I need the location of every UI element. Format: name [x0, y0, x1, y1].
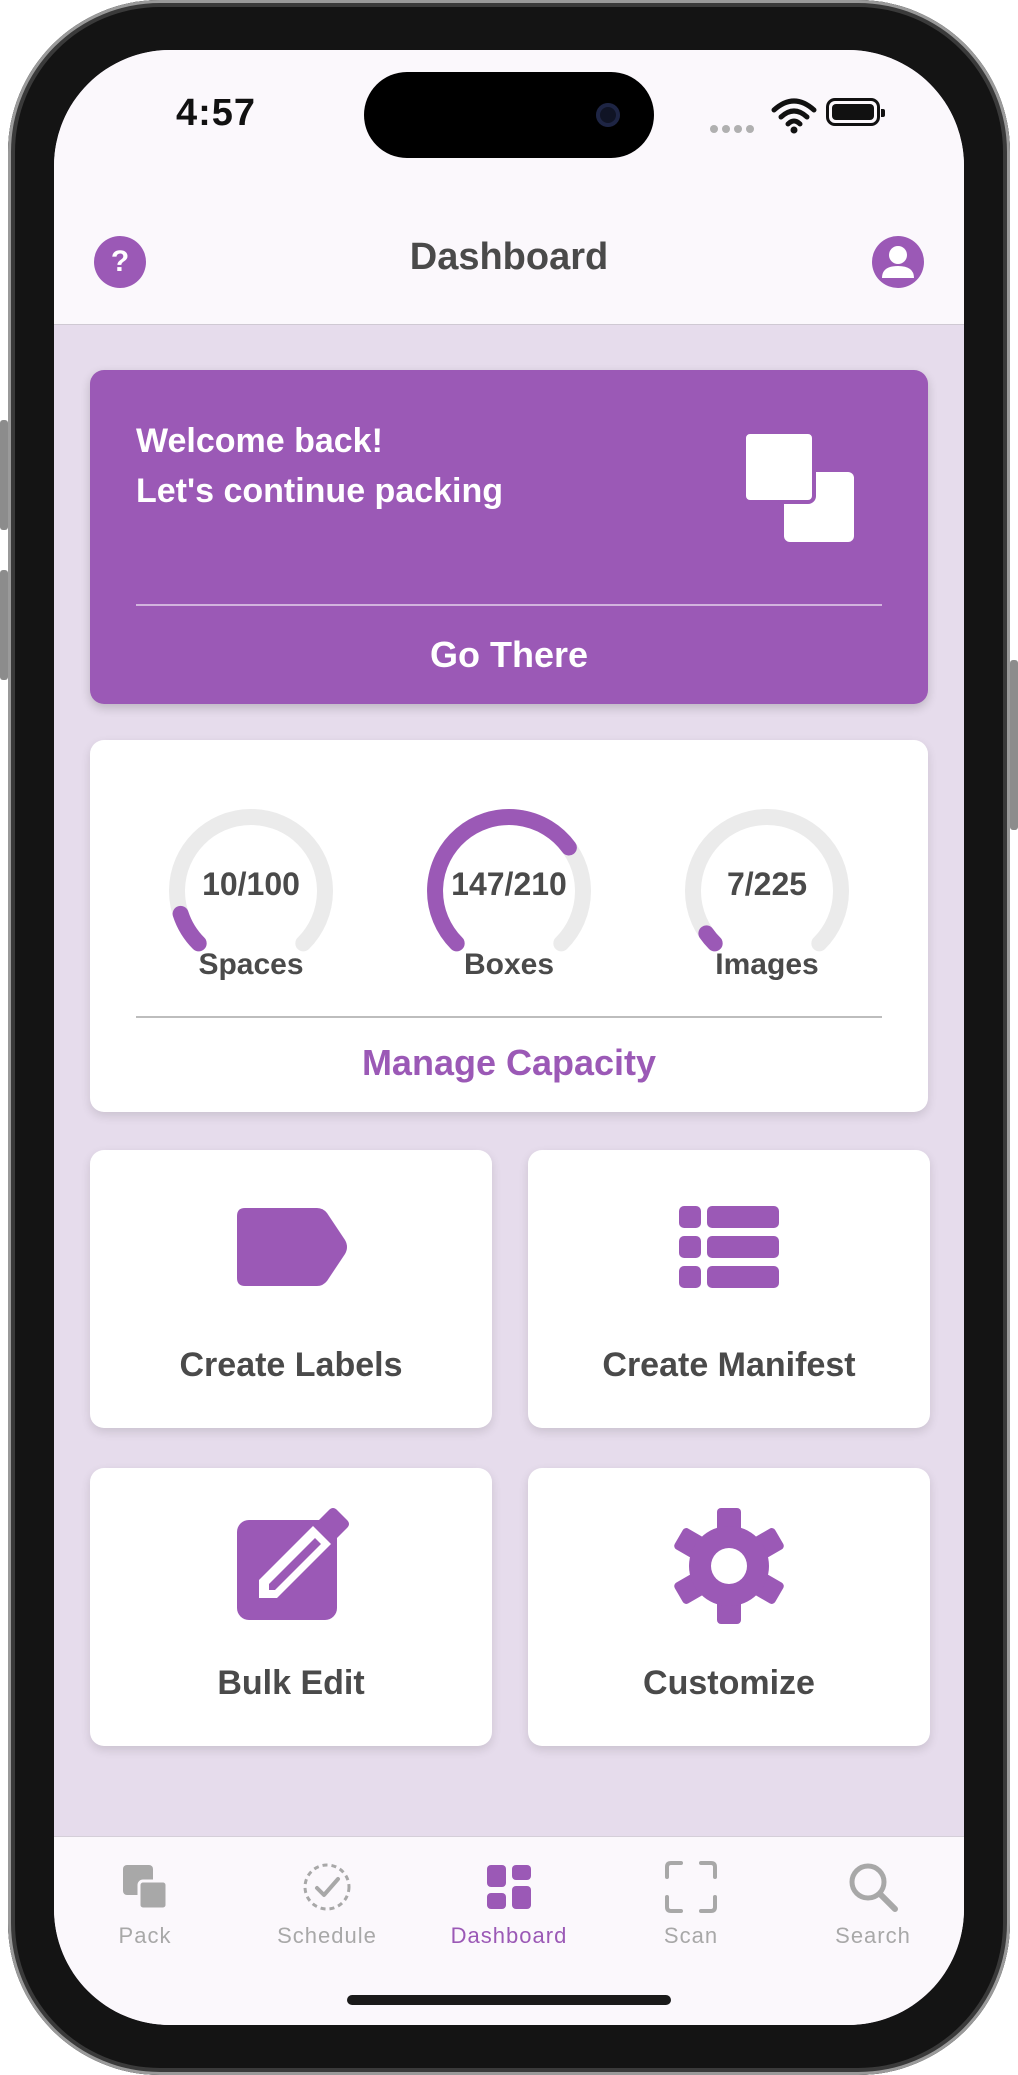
pack-icon [123, 1865, 169, 1911]
gauge-images: 7/225 Images [652, 776, 882, 1006]
dashboard-icon [487, 1865, 531, 1909]
profile-button[interactable] [872, 236, 924, 288]
tab-label: Pack [118, 1923, 172, 1948]
welcome-divider [136, 604, 882, 606]
create-labels-tile[interactable]: Create Labels [90, 1150, 492, 1428]
tag-icon [237, 1208, 347, 1286]
welcome-title: Welcome back! [136, 422, 383, 460]
gauge-fill [172, 905, 207, 952]
user-icon [882, 246, 914, 278]
tab-dashboard[interactable]: Dashboard [418, 1837, 600, 1957]
gauge-value: 10/100 [202, 866, 300, 902]
gauge-label: Images [715, 948, 819, 981]
dynamic-island [364, 72, 654, 158]
bulk-edit-tile[interactable]: Bulk Edit [90, 1468, 492, 1746]
welcome-card: Welcome back! Let's continue packing Go … [90, 370, 928, 704]
gauge-label: Spaces [198, 948, 304, 981]
tile-label: Create Manifest [602, 1346, 856, 1384]
create-manifest-tile[interactable]: Create Manifest [528, 1150, 930, 1428]
welcome-subtitle: Let's continue packing [136, 472, 504, 510]
status-bar: 4:57 [54, 50, 964, 190]
tab-search[interactable]: Search [782, 1837, 964, 1957]
tile-label: Bulk Edit [217, 1664, 365, 1702]
phone-frame: 4:57 ? Dashboard Welcome back! Let's con… [0, 0, 1018, 2075]
go-there-button[interactable]: Go There [90, 634, 928, 676]
tile-label: Customize [643, 1664, 815, 1702]
status-time: 4:57 [176, 92, 257, 134]
tab-scan[interactable]: Scan [600, 1837, 782, 1957]
signal-icon [710, 120, 758, 138]
home-indicator [347, 1995, 671, 2005]
gauge-fill [698, 925, 723, 952]
tab-schedule[interactable]: Schedule [236, 1837, 418, 1957]
tab-label: Dashboard [450, 1923, 568, 1948]
screen: 4:57 ? Dashboard Welcome back! Let's con… [54, 50, 964, 2025]
gauge-value: 7/225 [726, 866, 808, 902]
capacity-card: 10/100 Spaces 147/210 Boxes 7/225 Images [90, 740, 928, 1112]
wifi-icon [771, 98, 817, 134]
page-title: Dashboard [409, 236, 609, 278]
nav-bar: ? Dashboard [54, 190, 964, 325]
battery-icon [826, 98, 885, 126]
camera-icon [596, 103, 620, 127]
gauge-value: 147/210 [451, 866, 567, 902]
tab-pack[interactable]: Pack [54, 1837, 236, 1957]
search-icon [849, 1863, 898, 1912]
gauge-label: Boxes [463, 948, 555, 981]
edit-icon [237, 1508, 349, 1620]
manage-capacity-button[interactable]: Manage Capacity [90, 1042, 928, 1084]
scan-icon [665, 1861, 717, 1913]
schedule-icon [303, 1863, 351, 1911]
tab-label: Search [835, 1923, 911, 1948]
gauge-boxes: 147/210 Boxes [394, 776, 624, 1006]
volume-up-button [0, 420, 8, 530]
gauge-spaces: 10/100 Spaces [136, 776, 366, 1006]
boxes-icon [742, 430, 854, 542]
tab-label: Scan [663, 1923, 719, 1948]
power-button [1010, 660, 1018, 830]
tab-label: Schedule [277, 1923, 377, 1948]
list-icon [679, 1206, 779, 1288]
tile-label: Create Labels [179, 1346, 403, 1384]
customize-tile[interactable]: Customize [528, 1468, 930, 1746]
gear-icon [674, 1508, 784, 1624]
volume-down-button [0, 570, 8, 680]
capacity-divider [136, 1016, 882, 1018]
